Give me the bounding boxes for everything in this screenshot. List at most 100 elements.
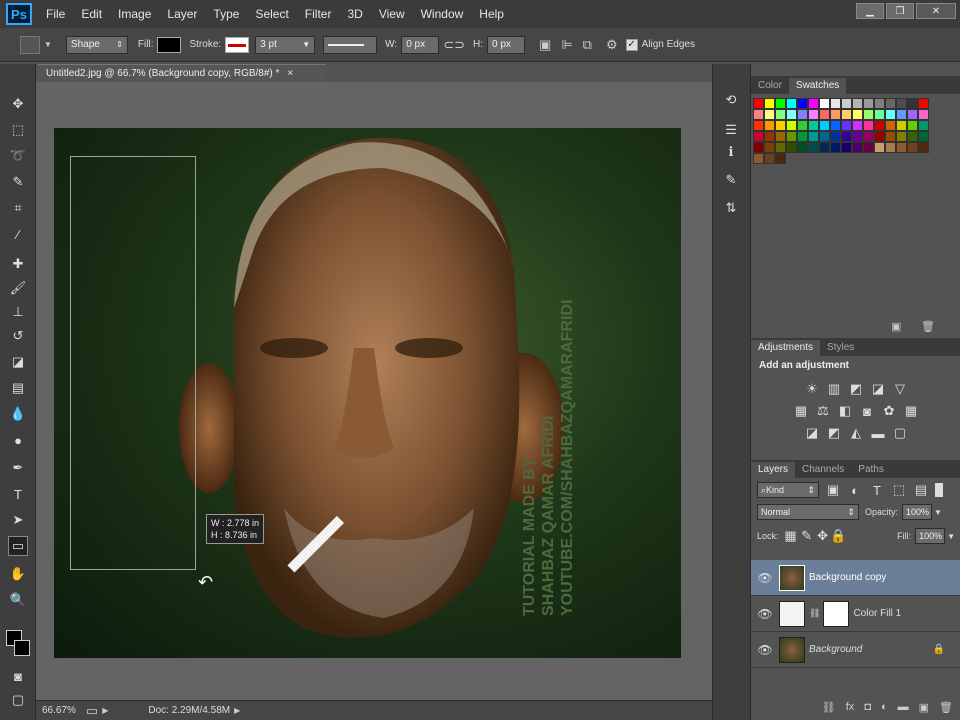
swatch[interactable]: [874, 98, 885, 109]
opacity-arrow-icon[interactable]: ▼: [934, 508, 942, 517]
swatch[interactable]: [885, 98, 896, 109]
swatch[interactable]: [918, 98, 929, 109]
lock-image-icon[interactable]: ✎: [799, 528, 815, 544]
swatch[interactable]: [896, 98, 907, 109]
shape-filter-icon[interactable]: ⬚: [891, 482, 907, 498]
lock-position-icon[interactable]: ✥: [815, 528, 831, 544]
add-mask-icon[interactable]: ◘: [864, 701, 871, 713]
crop-tool-icon[interactable]: ⌗: [8, 198, 28, 218]
path-operations-icon[interactable]: ▣: [539, 37, 551, 53]
path-arrangement-icon[interactable]: ⧉: [583, 37, 592, 53]
swatch[interactable]: [918, 109, 929, 120]
invert-icon[interactable]: ◪: [804, 425, 820, 441]
dodge-tool-icon[interactable]: ●: [8, 430, 28, 450]
swatch[interactable]: [863, 109, 874, 120]
swatch[interactable]: [819, 131, 830, 142]
fill-swatch[interactable]: [157, 36, 182, 53]
tab-color[interactable]: Color: [751, 78, 789, 94]
hand-tool-icon[interactable]: ✋: [8, 564, 28, 584]
swatch[interactable]: [907, 142, 918, 153]
swatch[interactable]: [852, 131, 863, 142]
new-group-icon[interactable]: ▬: [898, 701, 909, 713]
rectangle-tool-icon[interactable]: ▭: [8, 536, 28, 556]
levels-icon[interactable]: ▥: [826, 381, 842, 397]
clone-stamp-tool-icon[interactable]: ⊥: [8, 302, 28, 322]
swatch[interactable]: [874, 131, 885, 142]
swatch[interactable]: [753, 98, 764, 109]
delete-swatch-icon[interactable]: 🗑: [921, 320, 935, 333]
curves-icon[interactable]: ◩: [848, 381, 864, 397]
screen-mode-icon[interactable]: ▢: [8, 690, 28, 710]
tab-channels[interactable]: Channels: [795, 462, 851, 478]
swatch[interactable]: [830, 131, 841, 142]
swatch[interactable]: [753, 142, 764, 153]
swatch[interactable]: [797, 142, 808, 153]
menu-image[interactable]: Image: [110, 0, 159, 28]
swatch[interactable]: [885, 142, 896, 153]
swatch[interactable]: [896, 131, 907, 142]
swatch[interactable]: [753, 120, 764, 131]
channel-mixer-icon[interactable]: ✿: [881, 403, 897, 419]
swatch[interactable]: [841, 98, 852, 109]
layer-row[interactable]: 👁 Background 🔒: [751, 632, 960, 668]
stroke-width-field[interactable]: 3 pt ▼: [255, 35, 316, 54]
exposure-icon[interactable]: ◪: [870, 381, 886, 397]
zoom-level[interactable]: 66.67%: [42, 705, 76, 716]
layer-name[interactable]: Background copy: [809, 572, 886, 583]
swatch[interactable]: [808, 131, 819, 142]
document-tab-close-icon[interactable]: ×: [287, 68, 293, 79]
quick-select-tool-icon[interactable]: ✎: [8, 172, 28, 192]
history-brush-tool-icon[interactable]: ↺: [8, 326, 28, 346]
restore-button[interactable]: ❐: [886, 3, 914, 19]
swatch[interactable]: [907, 109, 918, 120]
lasso-tool-icon[interactable]: ➰: [8, 146, 28, 166]
healing-brush-tool-icon[interactable]: ✚: [8, 254, 28, 274]
info-panel-icon[interactable]: ℹ: [721, 142, 741, 162]
photo-filter-icon[interactable]: ◙: [859, 403, 875, 419]
pen-tool-icon[interactable]: ✒: [8, 458, 28, 478]
lock-transparent-icon[interactable]: ▦: [783, 528, 799, 544]
menu-select[interactable]: Select: [247, 0, 296, 28]
tool-presets-panel-icon[interactable]: ⇅: [721, 198, 741, 218]
marquee-tool-icon[interactable]: ⬚: [8, 120, 28, 140]
swatch[interactable]: [841, 120, 852, 131]
menu-3d[interactable]: 3D: [339, 0, 370, 28]
posterize-icon[interactable]: ◩: [826, 425, 842, 441]
menu-file[interactable]: File: [38, 0, 73, 28]
swatch[interactable]: [786, 120, 797, 131]
new-swatch-icon[interactable]: ▣: [891, 320, 901, 333]
brush-presets-panel-icon[interactable]: ✎: [721, 170, 741, 190]
swatch[interactable]: [764, 131, 775, 142]
swatch[interactable]: [808, 109, 819, 120]
swatch[interactable]: [907, 98, 918, 109]
tool-preset-picker[interactable]: [20, 35, 40, 54]
gear-icon[interactable]: ⚙: [606, 37, 618, 53]
tab-adjustments[interactable]: Adjustments: [751, 340, 821, 356]
layer-row[interactable]: 👁 Background copy: [751, 560, 960, 596]
swatch[interactable]: [874, 142, 885, 153]
color-lookup-icon[interactable]: ▦: [903, 403, 919, 419]
swatch[interactable]: [885, 131, 896, 142]
shape-mode-dropdown[interactable]: Shape ⇕: [65, 35, 128, 54]
swatch[interactable]: [918, 120, 929, 131]
swatch[interactable]: [874, 109, 885, 120]
swatch[interactable]: [863, 142, 874, 153]
stroke-type-dropdown[interactable]: [323, 35, 378, 54]
swatch[interactable]: [830, 98, 841, 109]
swatch[interactable]: [797, 131, 808, 142]
swatch[interactable]: [764, 120, 775, 131]
new-layer-icon[interactable]: ▣: [919, 701, 929, 714]
swatch[interactable]: [819, 98, 830, 109]
swatch[interactable]: [819, 120, 830, 131]
swatch[interactable]: [786, 131, 797, 142]
swatch[interactable]: [852, 109, 863, 120]
swatch[interactable]: [797, 98, 808, 109]
hue-saturation-icon[interactable]: ▦: [793, 403, 809, 419]
swatch[interactable]: [885, 120, 896, 131]
swatch[interactable]: [753, 109, 764, 120]
menu-layer[interactable]: Layer: [159, 0, 205, 28]
swatch[interactable]: [764, 98, 775, 109]
tab-styles[interactable]: Styles: [820, 340, 861, 356]
swatch[interactable]: [918, 131, 929, 142]
pixel-filter-icon[interactable]: ▣: [825, 482, 841, 498]
